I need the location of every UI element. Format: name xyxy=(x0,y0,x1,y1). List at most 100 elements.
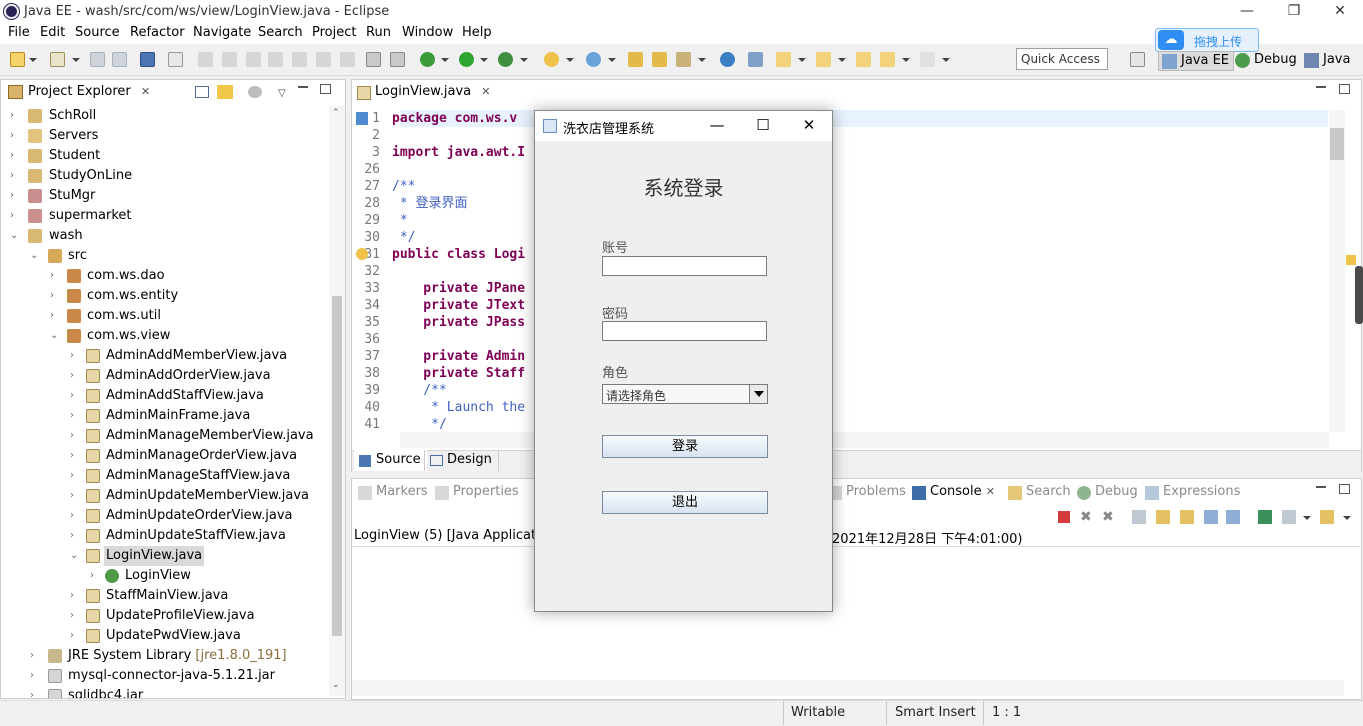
scroll-lock-icon[interactable] xyxy=(1156,510,1170,524)
chevron-right-icon[interactable]: › xyxy=(30,686,42,698)
close-icon[interactable]: ✕ xyxy=(481,85,490,98)
terminate-icon[interactable] xyxy=(1058,511,1070,523)
remove-all-icon[interactable]: ✖ xyxy=(1102,509,1114,525)
dialog-titlebar[interactable]: 洗衣店管理系统 — ☐ ✕ xyxy=(535,111,832,141)
chevron-right-icon[interactable]: › xyxy=(50,266,62,286)
chevron-down-icon[interactable] xyxy=(566,58,574,62)
code-line[interactable]: 29 * xyxy=(352,212,407,229)
menu-search[interactable]: Search xyxy=(258,25,303,40)
chevron-right-icon[interactable]: › xyxy=(10,206,22,226)
exit-button[interactable]: 退出 xyxy=(602,491,768,514)
tree-item-java-file[interactable]: › AdminAddStaffView.java xyxy=(8,386,328,406)
run-icon[interactable] xyxy=(459,52,474,67)
tab-expressions[interactable]: Expressions xyxy=(1143,484,1240,500)
tab-search[interactable]: Search xyxy=(1006,484,1071,500)
menu-navigate[interactable]: Navigate xyxy=(193,25,251,40)
chevron-right-icon[interactable]: › xyxy=(70,366,82,386)
chevron-right-icon[interactable]: › xyxy=(70,386,82,406)
dropdown-button[interactable] xyxy=(749,385,767,403)
chevron-down-icon[interactable] xyxy=(902,58,910,62)
chevron-down-icon[interactable] xyxy=(942,58,950,62)
code-line[interactable]: 28 * 登录界面 xyxy=(352,195,467,212)
chevron-down-icon[interactable] xyxy=(29,58,37,62)
tree-item-com-ws-dao[interactable]: › com.ws.dao xyxy=(8,266,328,286)
tree-item-java-file[interactable]: › UpdateProfileView.java xyxy=(8,606,328,626)
menu-edit[interactable]: Edit xyxy=(40,25,65,40)
chevron-right-icon[interactable]: › xyxy=(70,606,82,626)
code-line[interactable]: 40 * Launch the xyxy=(352,399,525,416)
tree-item-com-ws-entity[interactable]: › com.ws.entity xyxy=(8,286,328,306)
tab-console[interactable]: Console ✕ xyxy=(910,484,995,500)
tree-item-java-file[interactable]: › AdminManageStaffView.java xyxy=(8,466,328,486)
close-button[interactable]: ✕ xyxy=(1317,0,1363,24)
dialog-close-button[interactable]: ✕ xyxy=(786,111,832,141)
code-line[interactable]: 31 public class Logi xyxy=(352,246,525,263)
toggle-icon[interactable] xyxy=(366,52,381,67)
scrollbar-thumb[interactable] xyxy=(332,296,342,636)
quick-access-input[interactable]: Quick Access xyxy=(1016,48,1108,70)
password-input[interactable] xyxy=(602,321,767,341)
tab-markers[interactable]: Markers xyxy=(356,484,428,500)
menu-project[interactable]: Project xyxy=(312,25,356,40)
menu-file[interactable]: File xyxy=(8,25,30,40)
chevron-right-icon[interactable]: › xyxy=(10,186,22,206)
tree-item-java-file[interactable]: › AdminUpdateStaffView.java xyxy=(8,526,328,546)
perspective-java-ee[interactable]: Java EE xyxy=(1158,51,1235,71)
tree-item-stumgr[interactable]: › StuMgr xyxy=(8,186,328,206)
close-icon[interactable]: ✕ xyxy=(141,85,150,98)
open-console-icon[interactable] xyxy=(1320,510,1334,524)
chevron-right-icon[interactable]: › xyxy=(50,306,62,326)
chevron-right-icon[interactable]: › xyxy=(30,666,42,686)
chevron-right-icon[interactable]: › xyxy=(10,106,22,126)
clear-console-icon[interactable] xyxy=(1132,510,1146,524)
link-editor-icon[interactable] xyxy=(217,85,233,99)
chevron-down-icon[interactable] xyxy=(520,58,528,62)
code-line[interactable]: 41 */ xyxy=(352,416,446,433)
code-line[interactable]: 34 private JText xyxy=(352,297,525,314)
menu-run[interactable]: Run xyxy=(366,25,391,40)
word-wrap-icon[interactable] xyxy=(1180,510,1194,524)
console-icon[interactable] xyxy=(140,52,155,67)
chevron-down-icon[interactable] xyxy=(72,58,80,62)
remove-launch-icon[interactable]: ✖ xyxy=(1080,509,1092,525)
code-line[interactable]: 39 /** xyxy=(352,382,446,399)
code-line[interactable]: 2 xyxy=(352,127,392,144)
chevron-down-icon[interactable] xyxy=(608,58,616,62)
back-icon[interactable] xyxy=(880,52,895,67)
save-all-icon[interactable] xyxy=(112,52,127,67)
maximize-view-icon[interactable] xyxy=(1339,84,1350,94)
chevron-down-icon[interactable]: ⌄ xyxy=(30,246,42,266)
open-task-icon[interactable] xyxy=(652,52,667,67)
chevron-down-icon[interactable]: ⌄ xyxy=(10,226,22,246)
globe-icon[interactable] xyxy=(720,52,735,67)
tab-source[interactable]: Source xyxy=(354,450,427,471)
code-line[interactable]: 3 import java.awt.I xyxy=(352,144,525,161)
chevron-down-icon[interactable] xyxy=(838,58,846,62)
tree-item-java-file[interactable]: › AdminManageOrderView.java xyxy=(8,446,328,466)
chevron-right-icon[interactable]: › xyxy=(10,126,22,146)
chevron-right-icon[interactable]: › xyxy=(10,146,22,166)
new-class-icon[interactable] xyxy=(586,52,601,67)
tree-item-schroll[interactable]: › SchRoll xyxy=(8,106,328,126)
maximize-view-icon[interactable] xyxy=(320,84,331,94)
tab-debug[interactable]: Debug xyxy=(1075,484,1138,500)
chevron-right-icon[interactable]: › xyxy=(70,426,82,446)
code-line[interactable]: 35 private JPass xyxy=(352,314,525,331)
next-annotation-icon[interactable] xyxy=(776,52,791,67)
tree-item-java-file[interactable]: › AdminMainFrame.java xyxy=(8,406,328,426)
tab-project-explorer[interactable]: Project Explorer ✕ xyxy=(2,81,157,103)
tab-properties[interactable]: Properties xyxy=(433,484,519,500)
tab-problems[interactable]: Problems xyxy=(826,484,906,500)
open-type-icon[interactable] xyxy=(628,52,643,67)
step-return-icon[interactable] xyxy=(340,52,355,67)
upload-button[interactable]: ☁ 拖拽上传 xyxy=(1155,28,1259,52)
tree-item-com-ws-util[interactable]: › com.ws.util xyxy=(8,306,328,326)
chevron-right-icon[interactable]: › xyxy=(70,346,82,366)
menu-window[interactable]: Window xyxy=(402,25,453,40)
restore-button[interactable]: ❐ xyxy=(1271,0,1317,24)
tree-item-src[interactable]: ⌄ src xyxy=(8,246,328,266)
scrollbar-thumb[interactable] xyxy=(1330,128,1344,160)
chevron-down-icon[interactable]: ⌄ xyxy=(50,326,62,346)
code-line[interactable]: 38 private Staff xyxy=(352,365,525,382)
tree-item-jar[interactable]: › mysql-connector-java-5.1.21.jar xyxy=(8,666,328,686)
